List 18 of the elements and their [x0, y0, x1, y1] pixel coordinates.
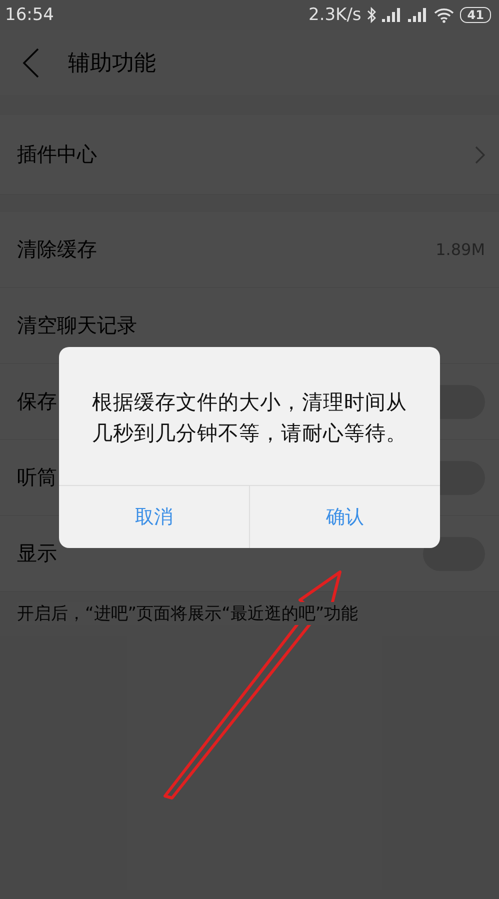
bluetooth-icon: [367, 7, 376, 23]
dialog-button[interactable]: 取消: [59, 486, 249, 548]
clock-time: 16:54: [5, 5, 54, 25]
signal-icon: [382, 8, 402, 22]
setting-label: 清除缓存: [17, 236, 97, 263]
footer-note: 开启后，“进吧”页面将展示“最近逛的吧”功能: [17, 602, 358, 625]
setting-label: 保存: [17, 388, 57, 415]
setting-label: 清空聊天记录: [17, 312, 137, 339]
signal-icon: [408, 8, 428, 22]
wifi-icon: [434, 8, 454, 22]
dialog-message: 根据缓存文件的大小，清理时间从几秒到几分钟不等，请耐心等待。: [91, 389, 408, 447]
page-title: 辅助功能: [68, 50, 156, 78]
setting-label: 插件中心: [17, 141, 97, 168]
setting-label: 显示: [17, 540, 57, 567]
dialog-button[interactable]: 确认: [249, 486, 440, 548]
battery-indicator: 41: [460, 7, 491, 23]
setting-label: 听筒: [17, 464, 57, 491]
network-speed: 2.3K/s: [308, 5, 362, 25]
